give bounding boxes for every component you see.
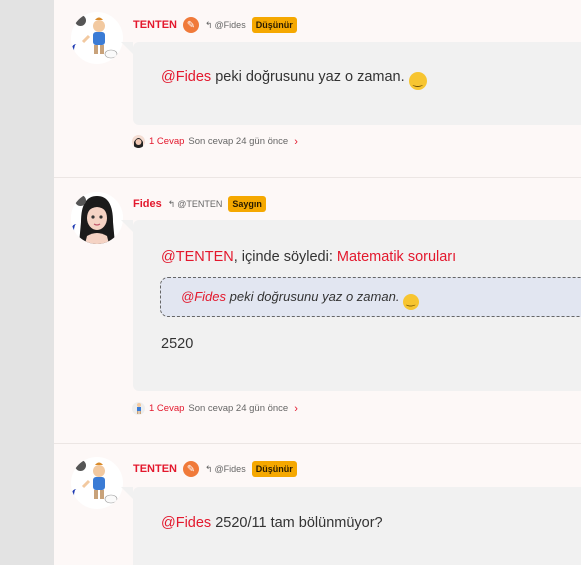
mention-link[interactable]: @TENTEN	[161, 249, 234, 265]
chevron-right-icon[interactable]: ›	[294, 403, 298, 415]
avatar-tenten[interactable]	[71, 457, 123, 509]
reply-to-user: @Fides	[214, 464, 246, 474]
reply-to-link[interactable]: ↰ @TENTEN	[168, 199, 223, 210]
quote-text: @Fides peki doğrusunu yaz o zaman. ‿	[181, 289, 420, 310]
author-name[interactable]: TENTEN	[133, 19, 177, 31]
mention-link[interactable]: @Fides	[161, 515, 211, 531]
reply-to-link[interactable]: ↰ @Fides	[205, 20, 246, 31]
reply-count-link[interactable]: 1 Cevap	[149, 403, 184, 414]
reply-arrow-icon: ↰	[167, 198, 176, 209]
avatar-ring	[71, 44, 82, 58]
reply-to-link[interactable]: ↰ @Fides	[205, 464, 246, 475]
reply-arrow-icon: ↰	[205, 463, 213, 474]
replier-avatar	[132, 135, 145, 148]
post-2: Fides ↰ @TENTEN Saygın @TENTEN, içinde s…	[54, 178, 581, 443]
reply-to-user: @TENTEN	[177, 199, 223, 209]
post-text: @Fides peki doğrusunu yaz o zaman. ‿	[161, 69, 427, 90]
quote-mention[interactable]: @Fides	[181, 289, 226, 304]
status-dot	[75, 460, 86, 471]
chevron-right-icon[interactable]: ›	[294, 136, 298, 148]
avatar-fides[interactable]	[71, 192, 123, 244]
avatar-tenten[interactable]	[71, 12, 123, 64]
smiley-emoji-icon: ‿	[403, 294, 420, 310]
quote-block: @Fides peki doğrusunu yaz o zaman. ‿	[160, 277, 581, 317]
status-dot	[75, 195, 86, 206]
body-text: peki doğrusunu yaz o zaman.	[211, 69, 409, 85]
quote-intro: @TENTEN, içinde söyledi: Matematik sorul…	[161, 249, 456, 265]
rank-badge: Düşünür	[251, 461, 297, 477]
author-name[interactable]: TENTEN	[133, 463, 177, 475]
intro-text: , içinde söyledi:	[233, 249, 337, 265]
avatar-ring	[71, 489, 82, 503]
post-body: @TENTEN, içinde söyledi: Matematik sorul…	[121, 220, 581, 391]
author-name[interactable]: Fides	[133, 198, 162, 210]
post-body: @Fides peki doğrusunu yaz o zaman. ‿	[121, 42, 581, 125]
topic-link[interactable]: Matematik soruları	[337, 249, 456, 265]
reply-arrow-icon: ↰	[205, 19, 213, 30]
rank-badge: Düşünür	[251, 17, 297, 33]
reply-summary: 1 Cevap Son cevap 24 gün önce ›	[132, 135, 298, 148]
reply-count-link[interactable]: 1 Cevap	[149, 136, 184, 147]
pencil-icon: ✎	[183, 461, 199, 477]
last-reply-time: Son cevap 24 gün önce	[188, 136, 289, 147]
replier-avatar	[132, 402, 145, 415]
smiley-emoji-icon: ‿	[408, 72, 427, 90]
post-text: @Fides 2520/11 tam bölünmüyor?	[161, 515, 383, 531]
pencil-icon: ✎	[183, 17, 199, 33]
mention-link[interactable]: @Fides	[161, 69, 211, 85]
post-header: TENTEN ✎ ↰ @Fides Düşünür	[133, 460, 297, 478]
post-1: TENTEN ✎ ↰ @Fides Düşünür @Fides peki do…	[54, 0, 581, 177]
avatar-ring	[71, 224, 82, 238]
post-body: @Fides 2520/11 tam bölünmüyor?	[121, 487, 581, 565]
body-text: 2520	[161, 336, 194, 352]
post-feed: TENTEN ✎ ↰ @Fides Düşünür @Fides peki do…	[54, 0, 581, 565]
rank-badge: Saygın	[228, 196, 266, 212]
post-header: TENTEN ✎ ↰ @Fides Düşünür	[133, 16, 297, 34]
reply-to-user: @Fides	[214, 20, 246, 30]
status-dot	[75, 15, 86, 26]
reply-summary: 1 Cevap Son cevap 24 gün önce ›	[132, 402, 298, 415]
last-reply-time: Son cevap 24 gün önce	[188, 403, 289, 414]
body-text: 2520/11 tam bölünmüyor?	[211, 515, 383, 531]
quote-body: peki doğrusunu yaz o zaman.	[226, 289, 404, 304]
post-header: Fides ↰ @TENTEN Saygın	[133, 195, 266, 213]
post-3: TENTEN ✎ ↰ @Fides Düşünür @Fides 2520/11…	[54, 444, 581, 565]
